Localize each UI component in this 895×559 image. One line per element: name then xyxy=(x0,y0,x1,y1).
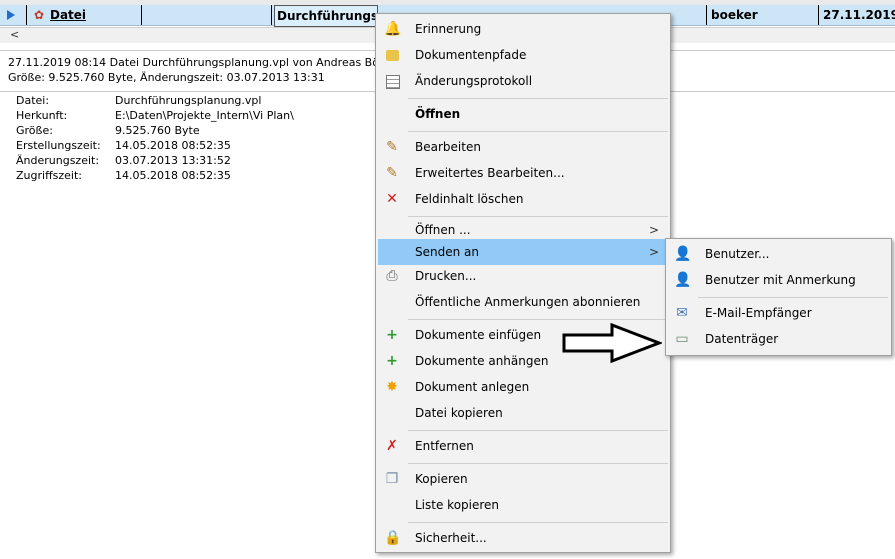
file-size-line: Größe: 9.525.760 Byte, Änderungszeit: 03… xyxy=(8,71,325,84)
menu-item-dokumentenpfade[interactable]: Dokumentenpfade xyxy=(378,42,667,68)
delete-icon: ✗ xyxy=(386,438,398,454)
menu-separator xyxy=(698,297,888,298)
add-document-icon: + xyxy=(386,327,398,343)
menu-item-erinnerung[interactable]: 🔔 Erinnerung xyxy=(378,16,667,42)
detail-value: 03.07.2013 13:31:52 xyxy=(115,154,231,167)
menu-item-label: Benutzer... xyxy=(705,247,770,261)
user-cell[interactable]: boeker xyxy=(711,5,811,25)
menu-item-dokument-anlegen[interactable]: ✸ Dokument anlegen xyxy=(378,374,667,400)
menu-separator xyxy=(408,522,668,523)
menu-item-oeffnen[interactable]: Öffnen xyxy=(378,101,667,127)
detail-key: Änderungszeit: xyxy=(16,154,100,167)
pencil-dots-icon: ✎ xyxy=(386,165,398,181)
menu-item-drucken[interactable]: ⎙ Drucken... xyxy=(378,263,667,289)
menu-item-anmerkungen-abonnieren[interactable]: Öffentliche Anmerkungen abonnieren xyxy=(378,289,667,315)
file-info-line: 27.11.2019 08:14 Datei Durchführungsplan… xyxy=(8,56,397,69)
menu-separator xyxy=(408,319,668,320)
detail-key: Herkunft: xyxy=(16,109,68,122)
row-indicator-icon xyxy=(7,10,15,20)
menu-item-label: Dokumente anhängen xyxy=(415,354,549,368)
detail-key: Datei: xyxy=(16,94,50,107)
submenu-item-benutzer-mit-anmerkung[interactable]: 👤 Benutzer mit Anmerkung xyxy=(668,267,888,293)
menu-separator xyxy=(408,463,668,464)
user-icon: 👤 xyxy=(674,246,692,262)
context-menu: 🔔 Erinnerung Dokumentenpfade Änderungspro… xyxy=(375,13,671,553)
copy-icon: ❐ xyxy=(385,471,399,487)
description-cell[interactable]: Durchführungspla xyxy=(274,5,378,27)
menu-item-label: Erinnerung xyxy=(415,22,482,36)
drive-icon: ▭ xyxy=(675,331,689,347)
menu-item-label: Senden an xyxy=(415,245,479,259)
menu-item-aenderungsprotokoll[interactable]: Änderungsprotokoll xyxy=(378,68,667,94)
scroll-left-button[interactable]: < xyxy=(10,28,19,41)
menu-item-label: Öffentliche Anmerkungen abonnieren xyxy=(415,295,641,309)
menu-item-label: Liste kopieren xyxy=(415,498,500,512)
detail-value: Durchführungsplanung.vpl xyxy=(115,94,262,107)
menu-item-label: Entfernen xyxy=(415,439,474,453)
menu-item-label: Änderungsprotokoll xyxy=(415,74,533,88)
column-divider xyxy=(271,5,272,25)
column-divider xyxy=(26,5,27,25)
menu-item-label: Erweitertes Bearbeiten... xyxy=(415,166,565,180)
menu-item-label: Dokumente einfügen xyxy=(415,328,542,342)
detail-key: Erstellungszeit: xyxy=(16,139,101,152)
menu-item-label: Drucken... xyxy=(415,269,477,283)
file-type-icon: ✿ xyxy=(33,8,45,22)
pencil-icon: ✎ xyxy=(386,139,398,155)
detail-value: E:\Daten\Projekte_Intern\Vi Plan\ xyxy=(115,109,294,122)
menu-item-bearbeiten[interactable]: ✎ Bearbeiten xyxy=(378,134,667,160)
menu-item-sicherheit[interactable]: 🔒 Sicherheit... xyxy=(378,525,667,551)
menu-item-feldinhalt-loeschen[interactable]: ✕ Feldinhalt löschen xyxy=(378,186,667,212)
detail-value: 14.05.2018 08:52:35 xyxy=(115,169,231,182)
menu-item-label: Dokument anlegen xyxy=(415,380,530,394)
lock-icon: 🔒 xyxy=(384,530,402,546)
column-divider xyxy=(706,5,707,25)
menu-item-senden-an[interactable]: Senden an > xyxy=(378,239,667,265)
send-to-submenu: 👤 Benutzer... 👤 Benutzer mit Anmerkung ✉ E-… xyxy=(665,238,892,356)
detail-value: 9.525.760 Byte xyxy=(115,124,200,137)
chevron-right-icon: > xyxy=(648,245,659,259)
menu-item-erweitertes-bearbeiten[interactable]: ✎ Erweitertes Bearbeiten... xyxy=(378,160,667,186)
menu-separator xyxy=(408,430,668,431)
menu-item-label: Datenträger xyxy=(705,332,779,346)
mail-icon: ✉ xyxy=(676,305,688,321)
menu-item-label: Benutzer mit Anmerkung xyxy=(705,273,856,287)
column-divider xyxy=(141,5,142,25)
detail-value: 14.05.2018 08:52:35 xyxy=(115,139,231,152)
menu-item-label: Bearbeiten xyxy=(415,140,481,154)
date-cell[interactable]: 27.11.2019 0 xyxy=(823,5,895,25)
menu-item-liste-kopieren[interactable]: Liste kopieren xyxy=(378,492,667,518)
menu-item-entfernen[interactable]: ✗ Entfernen xyxy=(378,433,667,459)
attach-document-icon: + xyxy=(386,353,398,369)
menu-item-label: Datei kopieren xyxy=(415,406,503,420)
table-icon xyxy=(386,75,400,89)
submenu-item-datentraeger[interactable]: ▭ Datenträger xyxy=(668,326,888,352)
new-document-icon: ✸ xyxy=(386,379,398,395)
detail-key: Zugriffszeit: xyxy=(16,169,82,182)
submenu-item-benutzer[interactable]: 👤 Benutzer... xyxy=(668,241,888,267)
menu-separator xyxy=(408,98,668,99)
clear-field-icon: ✕ xyxy=(386,191,398,207)
printer-icon: ⎙ xyxy=(386,268,398,284)
menu-item-label: Sicherheit... xyxy=(415,531,487,545)
file-link[interactable]: Datei xyxy=(50,5,140,25)
column-divider xyxy=(818,5,819,25)
menu-item-label: E-Mail-Empfänger xyxy=(705,306,812,320)
user-note-icon: 👤 xyxy=(674,272,692,288)
detail-key: Größe: xyxy=(16,124,53,137)
folder-icon xyxy=(386,50,399,61)
submenu-item-email-empfaenger[interactable]: ✉ E-Mail-Empfänger xyxy=(668,300,888,326)
menu-item-label: Dokumentenpfade xyxy=(415,48,527,62)
menu-item-label: Kopieren xyxy=(415,472,468,486)
bell-icon: 🔔 xyxy=(384,21,402,37)
menu-item-datei-kopieren[interactable]: Datei kopieren xyxy=(378,400,667,426)
menu-separator xyxy=(408,131,668,132)
annotation-arrow-icon xyxy=(562,323,662,363)
menu-item-label: Feldinhalt löschen xyxy=(415,192,524,206)
menu-item-kopieren[interactable]: ❐ Kopieren xyxy=(378,466,667,492)
menu-item-label: Öffnen xyxy=(415,107,461,121)
